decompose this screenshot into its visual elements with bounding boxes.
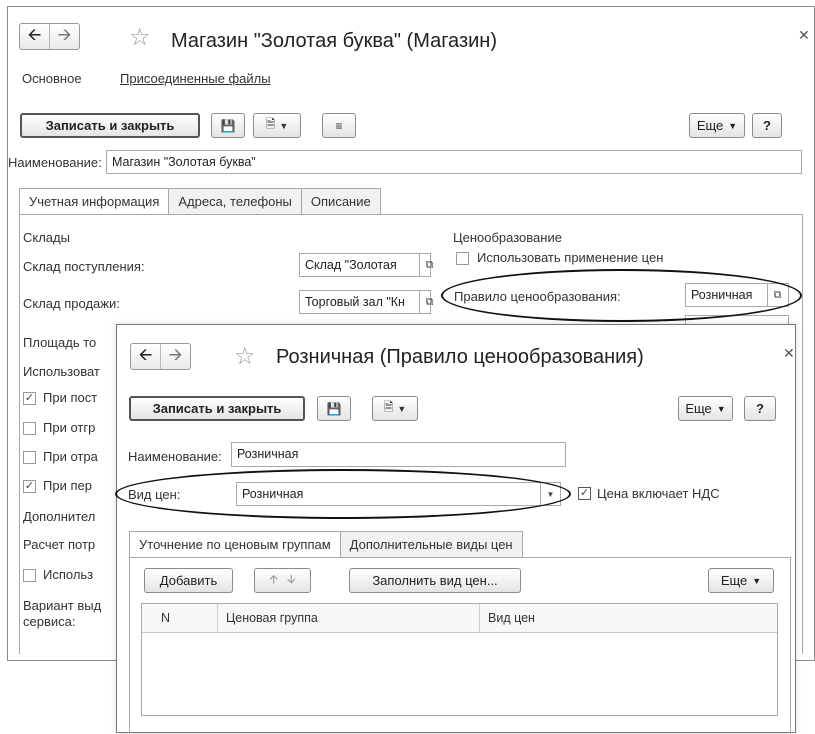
tab-addresses-phones[interactable]: Адреса, телефоны: [168, 188, 302, 214]
forward-arrow-icon[interactable]: 🡪: [49, 24, 79, 49]
extra-label: Дополнител: [23, 509, 96, 524]
receipt-warehouse-label: Склад поступления:: [23, 259, 145, 274]
grid-more-button[interactable]: Еще ▼: [708, 568, 774, 593]
nav-tab-attached-files[interactable]: Присоединенные файлы: [120, 71, 271, 86]
document-arrow-icon: 🗎: [265, 117, 276, 131]
check-shipment[interactable]: [23, 422, 36, 435]
variant-label: Вариант выд: [23, 598, 102, 613]
check-shipment-label: При отгр: [43, 420, 96, 435]
favorite-star-icon[interactable]: ☆: [234, 345, 256, 369]
name-label: Наименование:: [8, 155, 102, 170]
list-button[interactable]: ≡: [322, 113, 356, 138]
help-button[interactable]: ?: [744, 396, 776, 421]
sales-warehouse-label: Склад продажи:: [23, 296, 120, 311]
calc-label: Расчет потр: [23, 537, 96, 552]
more-button[interactable]: Еще ▼: [689, 113, 745, 138]
help-button[interactable]: ?: [752, 113, 782, 138]
vat-label: Цена включает НДС: [597, 486, 720, 501]
open-window-icon[interactable]: ⧉: [419, 290, 439, 314]
add-button[interactable]: Добавить: [144, 568, 233, 593]
arrow-down-icon[interactable]: 🡫: [287, 570, 296, 591]
check-use-pricing[interactable]: [456, 252, 469, 265]
floppy-disk-icon: 💾: [326, 401, 342, 416]
report-menu-button[interactable]: 🗎 ▼: [372, 396, 418, 421]
pricing-rule-window: 🡨 🡪 ☆ Розничная (Правило ценообразования…: [115, 324, 796, 734]
more-button-label: Еще: [685, 401, 712, 416]
name-field[interactable]: Магазин "Золотая буква": [106, 150, 802, 174]
tab-price-groups[interactable]: Уточнение по ценовым группам: [129, 531, 341, 558]
check-transfer[interactable]: ✓: [23, 480, 36, 493]
use-label: Использоват: [23, 364, 100, 379]
service-label: сервиса:: [23, 614, 76, 629]
save-and-close-button[interactable]: Записать и закрыть: [129, 396, 305, 421]
chevron-down-icon: ▼: [728, 120, 738, 131]
name-label: Наименование:: [128, 449, 222, 464]
vat-checkbox[interactable]: ✓: [578, 487, 591, 500]
list-icon: ≡: [335, 118, 343, 133]
back-arrow-icon[interactable]: 🡨: [131, 344, 160, 369]
window-title: Магазин "Золотая буква" (Магазин): [171, 30, 498, 52]
save-button[interactable]: 💾: [317, 396, 351, 421]
window-title: Розничная (Правило ценообразования): [276, 346, 644, 368]
sales-warehouse-field[interactable]: Торговый зал "Кн: [299, 290, 431, 314]
area-label: Площадь то: [23, 335, 97, 350]
column-header-n[interactable]: N: [153, 604, 217, 632]
open-window-icon[interactable]: ⧉: [419, 253, 439, 277]
back-tabs: Учетная информация Адреса, телефоны Опис…: [19, 188, 381, 215]
check-reflect[interactable]: [23, 451, 36, 464]
column-header-price-type[interactable]: Вид цен: [479, 604, 777, 632]
nav-tab-main[interactable]: Основное: [22, 71, 82, 86]
name-field[interactable]: Розничная: [231, 442, 566, 467]
warehouses-header: Склады: [23, 230, 70, 245]
close-icon[interactable]: ✕: [783, 345, 795, 362]
pricing-header: Ценообразование: [453, 230, 562, 245]
back-window-nav: 🡨 🡪: [19, 23, 80, 50]
tab-description[interactable]: Описание: [300, 188, 381, 214]
check-use[interactable]: [23, 569, 36, 582]
chevron-down-icon: ▼: [397, 403, 407, 414]
receipt-warehouse-field[interactable]: Склад "Золотая: [299, 253, 431, 277]
save-and-close-button[interactable]: Записать и закрыть: [20, 113, 200, 138]
document-arrow-icon: 🗎: [383, 400, 394, 414]
chevron-down-icon: ▼: [752, 575, 762, 586]
arrow-up-icon[interactable]: 🡩: [269, 570, 278, 591]
highlight-ellipse: [441, 269, 802, 322]
favorite-star-icon[interactable]: ☆: [129, 26, 151, 50]
check-receipt[interactable]: ✓: [23, 392, 36, 405]
check-use-label: Использ: [43, 567, 94, 582]
forward-arrow-icon[interactable]: 🡪: [160, 344, 190, 369]
check-reflect-label: При отра: [43, 449, 98, 464]
move-buttons: 🡩 🡫: [254, 568, 311, 593]
front-tabs: Уточнение по ценовым группам Дополнитель…: [129, 531, 523, 558]
check-transfer-label: При пер: [43, 478, 92, 493]
column-header-price-group[interactable]: Ценовая группа: [217, 604, 479, 632]
grid-more-label: Еще: [720, 573, 748, 588]
check-receipt-label: При пост: [43, 390, 98, 405]
floppy-disk-icon: 💾: [220, 118, 236, 133]
fill-price-type-button[interactable]: Заполнить вид цен...: [349, 568, 521, 593]
tab-extra-price-types[interactable]: Дополнительные виды цен: [339, 531, 523, 557]
report-menu-button[interactable]: 🗎 ▼: [253, 113, 301, 138]
table-header: N Ценовая группа Вид цен: [142, 604, 777, 633]
save-button[interactable]: 💾: [211, 113, 245, 138]
back-arrow-icon[interactable]: 🡨: [20, 24, 49, 49]
front-window-nav: 🡨 🡪: [130, 343, 191, 370]
close-icon[interactable]: ✕: [798, 27, 810, 44]
chevron-down-icon: ▼: [279, 120, 289, 131]
highlight-ellipse: [115, 469, 571, 519]
tab-accounting-info[interactable]: Учетная информация: [19, 188, 170, 215]
more-button[interactable]: Еще ▼: [678, 396, 733, 421]
check-use-pricing-label: Использовать применение цен: [477, 250, 664, 265]
chevron-down-icon: ▼: [716, 403, 726, 414]
more-button-label: Еще: [696, 118, 724, 133]
price-groups-table[interactable]: N Ценовая группа Вид цен: [141, 603, 778, 716]
